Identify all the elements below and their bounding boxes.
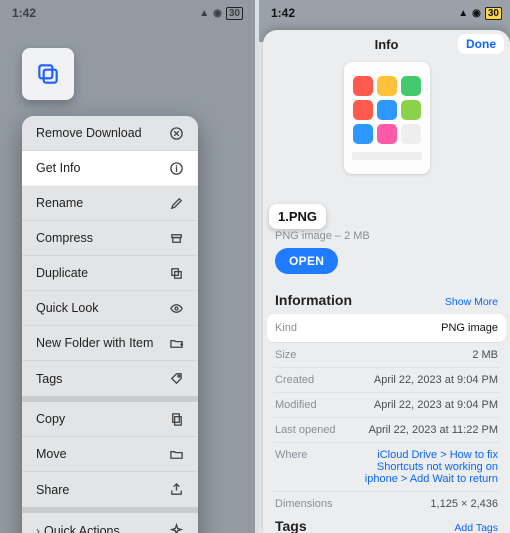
info-row-modified: Modified April 22, 2023 at 9:04 PM (273, 392, 500, 417)
share-icon (168, 482, 184, 498)
copy-icon (35, 61, 61, 87)
info-key: Modified (275, 399, 317, 411)
info-row-where: Where iCloud Drive > How to fix Shortcuts… (273, 442, 500, 491)
folder-icon (168, 446, 184, 462)
menu-label: Share (36, 483, 69, 497)
info-row-size: Size 2 MB (273, 342, 500, 367)
menu-get-info[interactable]: Get Info (22, 151, 198, 186)
add-tags-link[interactable]: Add Tags (454, 522, 498, 533)
info-value: PNG image (441, 322, 498, 334)
menu-compress[interactable]: Compress (22, 221, 198, 256)
open-button[interactable]: OPEN (275, 248, 338, 274)
menu-group-3: › Quick Actions (22, 513, 198, 533)
menu-copy[interactable]: Copy (22, 402, 198, 437)
phone-left-screenshot: 1:42 ▲ ◉ 30 Remove Download Get Info Ren… (0, 0, 255, 533)
menu-share[interactable]: Share (22, 472, 198, 507)
archive-icon (168, 230, 184, 246)
wifi-icon: ◉ (472, 8, 481, 19)
clock: 1:42 (12, 6, 36, 20)
info-row-last-opened: Last opened April 22, 2023 at 11:22 PM (273, 417, 500, 442)
info-circle-icon (168, 160, 184, 176)
menu-label: Tags (36, 372, 62, 386)
info-title: Info (375, 37, 399, 52)
info-sheet: Info Done 1.PNG PNG image – 2 MB OPEN In… (263, 30, 510, 533)
menu-label: Rename (36, 196, 83, 210)
menu-tags[interactable]: Tags (22, 361, 198, 396)
menu-rename[interactable]: Rename (22, 186, 198, 221)
status-bar: 1:42 ▲ ◉ 30 (0, 0, 255, 26)
copy-icon (168, 411, 184, 427)
preview-area (263, 58, 510, 176)
battery-icon: 30 (485, 7, 502, 20)
menu-label: Copy (36, 412, 65, 426)
info-value: 1,125 × 2,436 (430, 498, 498, 510)
menu-quick-actions[interactable]: › Quick Actions (22, 513, 198, 533)
info-header: Info Done (263, 30, 510, 58)
menu-remove-download[interactable]: Remove Download (22, 116, 198, 151)
file-thumbnail[interactable] (22, 48, 74, 100)
menu-label: Remove Download (36, 126, 142, 140)
info-value: April 22, 2023 at 9:04 PM (374, 374, 498, 386)
file-preview[interactable] (344, 62, 430, 174)
done-button[interactable]: Done (458, 34, 504, 54)
show-more-link[interactable]: Show More (445, 296, 498, 308)
menu-quick-look[interactable]: Quick Look (22, 291, 198, 326)
info-value: 2 MB (472, 349, 498, 361)
sparkle-icon (168, 523, 184, 533)
menu-group-1: Remove Download Get Info Rename Compress… (22, 116, 198, 396)
info-key: Kind (275, 322, 297, 334)
wifi-icon: ▲ (458, 8, 468, 19)
tags-section: Tags Add Tags (273, 518, 500, 533)
x-circle-icon (168, 125, 184, 141)
duplicate-icon (168, 265, 184, 281)
chevron-right-icon: › (36, 524, 40, 533)
info-key: Where (275, 449, 307, 485)
menu-label: Get Info (36, 161, 80, 175)
menu-label: Compress (36, 231, 93, 245)
eye-icon (168, 300, 184, 316)
info-row-created: Created April 22, 2023 at 9:04 PM (273, 367, 500, 392)
battery-icon: 30 (226, 7, 243, 20)
information-section: Information Show More Kind PNG image Size 2… (273, 292, 500, 516)
menu-label: Move (36, 447, 67, 461)
info-key: Size (275, 349, 296, 361)
info-row-kind: Kind PNG image (267, 314, 506, 342)
menu-label: New Folder with Item (36, 336, 153, 350)
pencil-icon (168, 195, 184, 211)
menu-group-2: Copy Move Share (22, 402, 198, 507)
filename-label: 1.PNG (269, 204, 326, 229)
clock: 1:42 (271, 6, 295, 20)
info-value: April 22, 2023 at 9:04 PM (374, 399, 498, 411)
folder-plus-icon (168, 335, 184, 351)
file-subtitle: PNG image – 2 MB (275, 230, 370, 242)
menu-label: Duplicate (36, 266, 88, 280)
information-heading: Information (275, 292, 352, 308)
status-bar: 1:42 ▲ ◉ 30 (259, 0, 510, 26)
tags-heading: Tags (275, 518, 307, 533)
info-value[interactable]: iCloud Drive > How to fix Shortcuts not … (348, 449, 498, 485)
tag-icon (168, 371, 184, 387)
info-key: Dimensions (275, 498, 332, 510)
info-row-dimensions: Dimensions 1,125 × 2,436 (273, 491, 500, 516)
wifi-icon: ▲ (199, 8, 209, 19)
info-key: Last opened (275, 424, 336, 436)
info-key: Created (275, 374, 314, 386)
menu-label: Quick Look (36, 301, 99, 315)
phone-right-screenshot: 1:42 ▲ ◉ 30 Info Done 1.PNG PNG image – … (259, 0, 510, 533)
menu-move[interactable]: Move (22, 437, 198, 472)
context-menu: Remove Download Get Info Rename Compress… (22, 116, 198, 533)
menu-new-folder-item[interactable]: New Folder with Item (22, 326, 198, 361)
menu-label: Quick Actions (44, 524, 120, 533)
info-value: April 22, 2023 at 11:22 PM (369, 424, 498, 436)
menu-duplicate[interactable]: Duplicate (22, 256, 198, 291)
wifi-icon: ◉ (213, 8, 222, 19)
